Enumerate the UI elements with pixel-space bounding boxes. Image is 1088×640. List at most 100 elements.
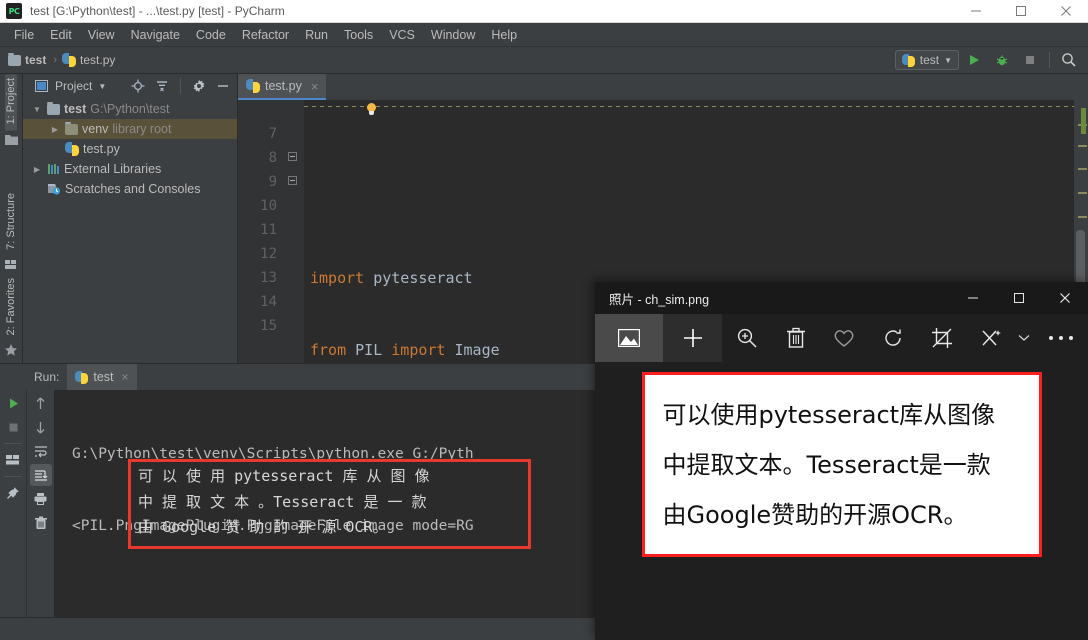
- menu-run[interactable]: Run: [297, 26, 336, 44]
- rotate-icon[interactable]: [869, 314, 918, 362]
- close-icon[interactable]: [1043, 0, 1088, 22]
- run-icon[interactable]: [961, 49, 987, 71]
- favorite-icon[interactable]: [820, 314, 869, 362]
- print-icon[interactable]: [30, 488, 52, 510]
- chevron-down-icon[interactable]: ▼: [31, 105, 43, 114]
- hide-icon[interactable]: [213, 76, 233, 96]
- pane-divider: [180, 78, 181, 94]
- menu-help[interactable]: Help: [483, 26, 525, 44]
- debug-icon[interactable]: [989, 49, 1015, 71]
- trash-icon[interactable]: [30, 512, 52, 534]
- chevron-down-icon[interactable]: ▼: [98, 82, 106, 91]
- chevron-right-icon[interactable]: ▶: [31, 165, 43, 174]
- gutter-marker: [1078, 168, 1087, 170]
- ocr-line-2: 中 提 取 文 本 。Tesseract 是 一 款: [138, 492, 427, 511]
- intention-bulb-icon[interactable]: [366, 103, 377, 116]
- stop-icon[interactable]: [2, 416, 24, 438]
- restore-layout-icon[interactable]: [2, 449, 24, 471]
- pin-tab-icon[interactable]: [2, 482, 24, 504]
- breadcrumb-label: test: [25, 53, 47, 67]
- chevron-right-icon[interactable]: ▶: [49, 125, 61, 134]
- sidebar-item-structure[interactable]: 7: Structure: [5, 189, 17, 256]
- locate-icon[interactable]: [128, 76, 148, 96]
- menu-window[interactable]: Window: [423, 26, 483, 44]
- sidebar-item-project[interactable]: 1: Project: [5, 74, 17, 131]
- menu-refactor[interactable]: Refactor: [234, 26, 297, 44]
- scroll-to-end-icon[interactable]: [29, 464, 52, 486]
- tree-node-scratches[interactable]: Scratches and Consoles: [23, 179, 237, 199]
- crop-icon[interactable]: [918, 314, 967, 362]
- settings-icon[interactable]: [189, 76, 209, 96]
- run-label: Run:: [34, 370, 60, 384]
- breadcrumb-separator: ›: [53, 54, 58, 66]
- chevron-down-icon: ▼: [944, 55, 952, 65]
- maximize-icon[interactable]: [998, 0, 1043, 22]
- minimize-icon[interactable]: [953, 0, 998, 22]
- menu-vcs[interactable]: VCS: [381, 26, 423, 44]
- displayed-image[interactable]: 可以使用pytesseract库从图像 中提取文本。Tesseract是一款 由…: [641, 372, 1042, 557]
- more-icon[interactable]: [1033, 314, 1088, 362]
- menu-view[interactable]: View: [80, 26, 123, 44]
- zoom-icon[interactable]: [722, 314, 771, 362]
- soft-wrap-icon[interactable]: [30, 440, 52, 462]
- minimize-icon[interactable]: [950, 282, 996, 314]
- chevron-down-icon[interactable]: [1016, 314, 1034, 362]
- stop-icon[interactable]: [1017, 49, 1043, 71]
- libraries-icon: [47, 163, 60, 175]
- menu-navigate[interactable]: Navigate: [123, 26, 188, 44]
- run-configuration-selector[interactable]: test ▼: [894, 50, 959, 70]
- menu-code[interactable]: Code: [188, 26, 234, 44]
- tree-node-external-libraries[interactable]: ▶ External Libraries: [23, 159, 237, 179]
- photos-canvas[interactable]: 可以使用pytesseract库从图像 中提取文本。Tesseract是一款 由…: [595, 362, 1088, 640]
- breadcrumb-testpy[interactable]: test.py: [62, 53, 115, 67]
- project-folder-icon: [0, 130, 22, 148]
- folder-icon: [47, 101, 60, 115]
- tree-node-testpy[interactable]: test.py: [23, 139, 237, 159]
- fold-marker-import[interactable]: [284, 146, 304, 170]
- line-number-gutter: 7 8 9 10 11 12 13 14 15: [238, 100, 284, 363]
- delete-icon[interactable]: [771, 314, 820, 362]
- gutter-marker: [1078, 192, 1087, 194]
- search-icon[interactable]: [1056, 49, 1082, 71]
- python-icon: [75, 370, 89, 384]
- toolbar-divider: [4, 476, 22, 477]
- add-icon[interactable]: [663, 314, 723, 362]
- tree-node-label: test: [64, 102, 87, 116]
- close-icon[interactable]: ×: [122, 370, 129, 384]
- enhance-icon[interactable]: [967, 314, 1016, 362]
- breadcrumb-test[interactable]: test: [8, 52, 47, 67]
- structure-icon: [0, 256, 22, 274]
- menubar: File Edit View Navigate Code Refactor Ru…: [0, 23, 1088, 47]
- run-config-label: test: [919, 53, 940, 67]
- rerun-icon[interactable]: [2, 392, 24, 414]
- python-file-icon: [246, 79, 260, 93]
- maximize-icon[interactable]: [996, 282, 1042, 314]
- fold-indicator-line: [304, 106, 1074, 107]
- up-arrow-icon[interactable]: [30, 392, 52, 414]
- fold-marker-from[interactable]: [284, 170, 304, 194]
- tab-test-py[interactable]: test.py ×: [238, 74, 327, 100]
- folder-icon: [65, 121, 78, 135]
- close-icon[interactable]: ×: [311, 79, 319, 94]
- close-icon[interactable]: [1042, 282, 1088, 314]
- down-arrow-icon[interactable]: [30, 416, 52, 438]
- tree-node-suffix: library root: [112, 122, 172, 136]
- tree-node-test[interactable]: ▼ test G:\Python\test: [23, 99, 237, 119]
- line-number: 14: [260, 294, 277, 310]
- line-number: 9: [268, 174, 277, 190]
- collapse-all-icon[interactable]: [152, 76, 172, 96]
- sidebar-item-favorites[interactable]: 2: Favorites: [5, 274, 17, 341]
- run-tab-label: test: [93, 370, 114, 384]
- pycharm-icon: PC: [6, 3, 22, 19]
- menu-tools[interactable]: Tools: [336, 26, 381, 44]
- all-photos-icon[interactable]: [595, 314, 664, 362]
- window-controls: [953, 0, 1088, 22]
- tree-node-venv[interactable]: ▶ venv library root: [23, 119, 237, 139]
- token-module: PIL: [346, 341, 392, 359]
- menu-edit[interactable]: Edit: [42, 26, 80, 44]
- run-tab-test[interactable]: test ×: [67, 364, 137, 390]
- gutter-marker: [1078, 216, 1087, 218]
- gutter-marker: [1078, 145, 1087, 147]
- menu-file[interactable]: File: [6, 26, 42, 44]
- line-number: 10: [260, 198, 277, 214]
